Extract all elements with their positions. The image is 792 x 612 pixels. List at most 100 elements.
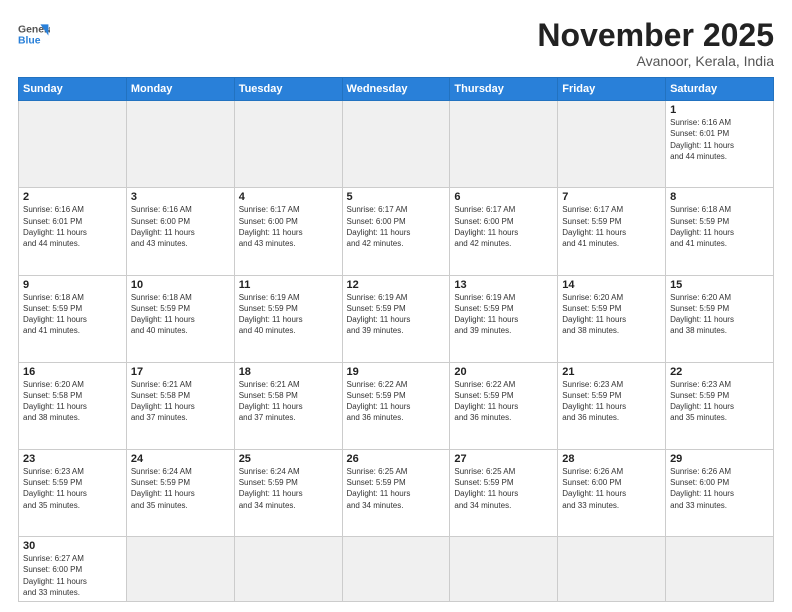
calendar-cell: [558, 101, 666, 188]
day-number: 3: [131, 191, 230, 203]
day-number: 11: [239, 279, 338, 291]
day-info: Sunrise: 6:17 AM Sunset: 6:00 PM Dayligh…: [454, 204, 553, 249]
day-number: 15: [670, 279, 769, 291]
day-header-monday: Monday: [126, 78, 234, 101]
calendar-cell: 21Sunrise: 6:23 AM Sunset: 5:59 PM Dayli…: [558, 362, 666, 449]
day-info: Sunrise: 6:21 AM Sunset: 5:58 PM Dayligh…: [131, 379, 230, 424]
day-info: Sunrise: 6:16 AM Sunset: 6:01 PM Dayligh…: [670, 117, 769, 162]
day-info: Sunrise: 6:24 AM Sunset: 5:59 PM Dayligh…: [239, 466, 338, 511]
calendar-cell: 10Sunrise: 6:18 AM Sunset: 5:59 PM Dayli…: [126, 275, 234, 362]
day-info: Sunrise: 6:21 AM Sunset: 5:58 PM Dayligh…: [239, 379, 338, 424]
calendar-cell: 11Sunrise: 6:19 AM Sunset: 5:59 PM Dayli…: [234, 275, 342, 362]
day-header-thursday: Thursday: [450, 78, 558, 101]
header: General Blue November 2025 Avanoor, Kera…: [18, 18, 774, 69]
day-info: Sunrise: 6:26 AM Sunset: 6:00 PM Dayligh…: [562, 466, 661, 511]
day-number: 21: [562, 366, 661, 378]
calendar-cell: 14Sunrise: 6:20 AM Sunset: 5:59 PM Dayli…: [558, 275, 666, 362]
calendar-cell: 5Sunrise: 6:17 AM Sunset: 6:00 PM Daylig…: [342, 188, 450, 275]
day-number: 6: [454, 191, 553, 203]
calendar-cell: 15Sunrise: 6:20 AM Sunset: 5:59 PM Dayli…: [666, 275, 774, 362]
calendar-cell: 3Sunrise: 6:16 AM Sunset: 6:00 PM Daylig…: [126, 188, 234, 275]
calendar-cell: [19, 101, 127, 188]
calendar-cell: 30Sunrise: 6:27 AM Sunset: 6:00 PM Dayli…: [19, 537, 127, 602]
day-number: 29: [670, 453, 769, 465]
day-number: 24: [131, 453, 230, 465]
day-info: Sunrise: 6:18 AM Sunset: 5:59 PM Dayligh…: [670, 204, 769, 249]
day-info: Sunrise: 6:17 AM Sunset: 6:00 PM Dayligh…: [239, 204, 338, 249]
day-number: 10: [131, 279, 230, 291]
calendar-cell: 2Sunrise: 6:16 AM Sunset: 6:01 PM Daylig…: [19, 188, 127, 275]
month-title: November 2025: [537, 18, 774, 53]
calendar-cell: 9Sunrise: 6:18 AM Sunset: 5:59 PM Daylig…: [19, 275, 127, 362]
day-info: Sunrise: 6:19 AM Sunset: 5:59 PM Dayligh…: [347, 292, 446, 337]
day-info: Sunrise: 6:20 AM Sunset: 5:59 PM Dayligh…: [562, 292, 661, 337]
calendar-cell: 7Sunrise: 6:17 AM Sunset: 5:59 PM Daylig…: [558, 188, 666, 275]
calendar-cell: 25Sunrise: 6:24 AM Sunset: 5:59 PM Dayli…: [234, 450, 342, 537]
day-number: 1: [670, 104, 769, 116]
calendar-table: SundayMondayTuesdayWednesdayThursdayFrid…: [18, 77, 774, 602]
calendar-cell: 27Sunrise: 6:25 AM Sunset: 5:59 PM Dayli…: [450, 450, 558, 537]
calendar-cell: [450, 537, 558, 602]
day-info: Sunrise: 6:19 AM Sunset: 5:59 PM Dayligh…: [454, 292, 553, 337]
calendar-cell: 12Sunrise: 6:19 AM Sunset: 5:59 PM Dayli…: [342, 275, 450, 362]
calendar-cell: 23Sunrise: 6:23 AM Sunset: 5:59 PM Dayli…: [19, 450, 127, 537]
day-info: Sunrise: 6:19 AM Sunset: 5:59 PM Dayligh…: [239, 292, 338, 337]
day-number: 2: [23, 191, 122, 203]
calendar-cell: 1Sunrise: 6:16 AM Sunset: 6:01 PM Daylig…: [666, 101, 774, 188]
calendar-week-row: 30Sunrise: 6:27 AM Sunset: 6:00 PM Dayli…: [19, 537, 774, 602]
calendar-week-row: 16Sunrise: 6:20 AM Sunset: 5:58 PM Dayli…: [19, 362, 774, 449]
calendar-cell: 18Sunrise: 6:21 AM Sunset: 5:58 PM Dayli…: [234, 362, 342, 449]
calendar-cell: [342, 537, 450, 602]
calendar-cell: [558, 537, 666, 602]
day-info: Sunrise: 6:24 AM Sunset: 5:59 PM Dayligh…: [131, 466, 230, 511]
day-number: 14: [562, 279, 661, 291]
day-info: Sunrise: 6:18 AM Sunset: 5:59 PM Dayligh…: [131, 292, 230, 337]
day-number: 28: [562, 453, 661, 465]
day-number: 8: [670, 191, 769, 203]
day-info: Sunrise: 6:22 AM Sunset: 5:59 PM Dayligh…: [347, 379, 446, 424]
svg-text:Blue: Blue: [18, 36, 41, 47]
calendar-week-row: 1Sunrise: 6:16 AM Sunset: 6:01 PM Daylig…: [19, 101, 774, 188]
calendar-cell: 22Sunrise: 6:23 AM Sunset: 5:59 PM Dayli…: [666, 362, 774, 449]
day-number: 19: [347, 366, 446, 378]
calendar-cell: [450, 101, 558, 188]
day-info: Sunrise: 6:25 AM Sunset: 5:59 PM Dayligh…: [454, 466, 553, 511]
calendar-cell: 26Sunrise: 6:25 AM Sunset: 5:59 PM Dayli…: [342, 450, 450, 537]
calendar-cell: 4Sunrise: 6:17 AM Sunset: 6:00 PM Daylig…: [234, 188, 342, 275]
day-number: 18: [239, 366, 338, 378]
day-number: 30: [23, 540, 122, 552]
title-block: November 2025 Avanoor, Kerala, India: [537, 18, 774, 69]
day-number: 25: [239, 453, 338, 465]
day-info: Sunrise: 6:18 AM Sunset: 5:59 PM Dayligh…: [23, 292, 122, 337]
page: General Blue November 2025 Avanoor, Kera…: [0, 0, 792, 612]
day-info: Sunrise: 6:23 AM Sunset: 5:59 PM Dayligh…: [562, 379, 661, 424]
subtitle: Avanoor, Kerala, India: [537, 53, 774, 69]
calendar-cell: 20Sunrise: 6:22 AM Sunset: 5:59 PM Dayli…: [450, 362, 558, 449]
day-header-wednesday: Wednesday: [342, 78, 450, 101]
calendar-cell: [342, 101, 450, 188]
day-number: 5: [347, 191, 446, 203]
calendar-cell: 6Sunrise: 6:17 AM Sunset: 6:00 PM Daylig…: [450, 188, 558, 275]
logo: General Blue: [18, 18, 50, 50]
day-info: Sunrise: 6:25 AM Sunset: 5:59 PM Dayligh…: [347, 466, 446, 511]
day-number: 23: [23, 453, 122, 465]
day-number: 17: [131, 366, 230, 378]
day-header-sunday: Sunday: [19, 78, 127, 101]
calendar-cell: 17Sunrise: 6:21 AM Sunset: 5:58 PM Dayli…: [126, 362, 234, 449]
day-info: Sunrise: 6:20 AM Sunset: 5:58 PM Dayligh…: [23, 379, 122, 424]
calendar-header-row: SundayMondayTuesdayWednesdayThursdayFrid…: [19, 78, 774, 101]
day-info: Sunrise: 6:26 AM Sunset: 6:00 PM Dayligh…: [670, 466, 769, 511]
logo-icon: General Blue: [18, 18, 50, 50]
calendar-week-row: 9Sunrise: 6:18 AM Sunset: 5:59 PM Daylig…: [19, 275, 774, 362]
day-header-friday: Friday: [558, 78, 666, 101]
day-info: Sunrise: 6:23 AM Sunset: 5:59 PM Dayligh…: [23, 466, 122, 511]
calendar-cell: 16Sunrise: 6:20 AM Sunset: 5:58 PM Dayli…: [19, 362, 127, 449]
calendar-cell: 24Sunrise: 6:24 AM Sunset: 5:59 PM Dayli…: [126, 450, 234, 537]
day-info: Sunrise: 6:16 AM Sunset: 6:01 PM Dayligh…: [23, 204, 122, 249]
calendar-cell: [666, 537, 774, 602]
calendar-cell: [126, 101, 234, 188]
day-info: Sunrise: 6:27 AM Sunset: 6:00 PM Dayligh…: [23, 553, 122, 598]
calendar-week-row: 23Sunrise: 6:23 AM Sunset: 5:59 PM Dayli…: [19, 450, 774, 537]
calendar-cell: 13Sunrise: 6:19 AM Sunset: 5:59 PM Dayli…: [450, 275, 558, 362]
calendar-cell: 29Sunrise: 6:26 AM Sunset: 6:00 PM Dayli…: [666, 450, 774, 537]
